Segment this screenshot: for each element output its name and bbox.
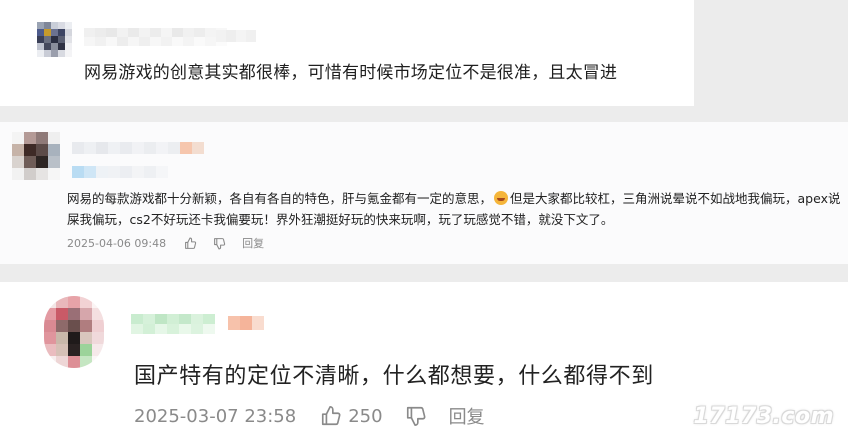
user-badge (228, 316, 264, 330)
reply-button[interactable]: 回复 (449, 403, 485, 429)
comment-meta: 2025-03-07 23:58 250 回复 (134, 403, 507, 429)
dislike-button[interactable] (405, 405, 427, 427)
thumbs-up-icon (320, 405, 342, 427)
username[interactable] (72, 142, 180, 154)
avatar[interactable] (12, 132, 60, 180)
reply-button[interactable]: 回复 (242, 235, 264, 251)
thumbs-down-icon (213, 237, 226, 250)
comment-date: 2025-03-07 23:58 (134, 405, 297, 427)
username[interactable] (131, 314, 215, 334)
dislike-button[interactable] (213, 237, 226, 250)
username[interactable] (84, 28, 227, 46)
comment-text: 网易游戏的创意其实都很棒，可惜有时候市场定位不是很准，且太冒进 (84, 63, 618, 83)
thumbs-up-icon (184, 237, 197, 250)
user-level-badge (72, 166, 168, 178)
site-watermark: 17173.com (693, 404, 834, 429)
thumbs-down-icon (405, 405, 427, 427)
comment-text-part1: 网易的每款游戏都十分新颖，各自有各自的特色，肝与氪金都有一定的意思， (67, 191, 493, 206)
comment-text: 国产特有的定位不清晰，什么都想要，什么都得不到 (134, 364, 654, 389)
like-count: 250 (348, 405, 383, 427)
comment-meta: 2025-04-06 09:48 回复 (67, 235, 280, 251)
user-badge (216, 30, 256, 42)
user-badge (180, 142, 204, 154)
comment-card-1: 网易游戏的创意其实都很棒，可惜有时候市场定位不是很准，且太冒进 (0, 0, 694, 106)
grinning-emoji-icon (494, 191, 509, 205)
comment-date: 2025-04-06 09:48 (67, 236, 167, 250)
comment-text: 网易的每款游戏都十分新颖，各自有各自的特色，肝与氪金都有一定的意思， 但是大家都比… (67, 188, 842, 230)
avatar[interactable] (44, 296, 104, 368)
like-button[interactable] (184, 237, 197, 250)
avatar[interactable] (37, 22, 72, 57)
like-button[interactable]: 250 (320, 405, 383, 427)
